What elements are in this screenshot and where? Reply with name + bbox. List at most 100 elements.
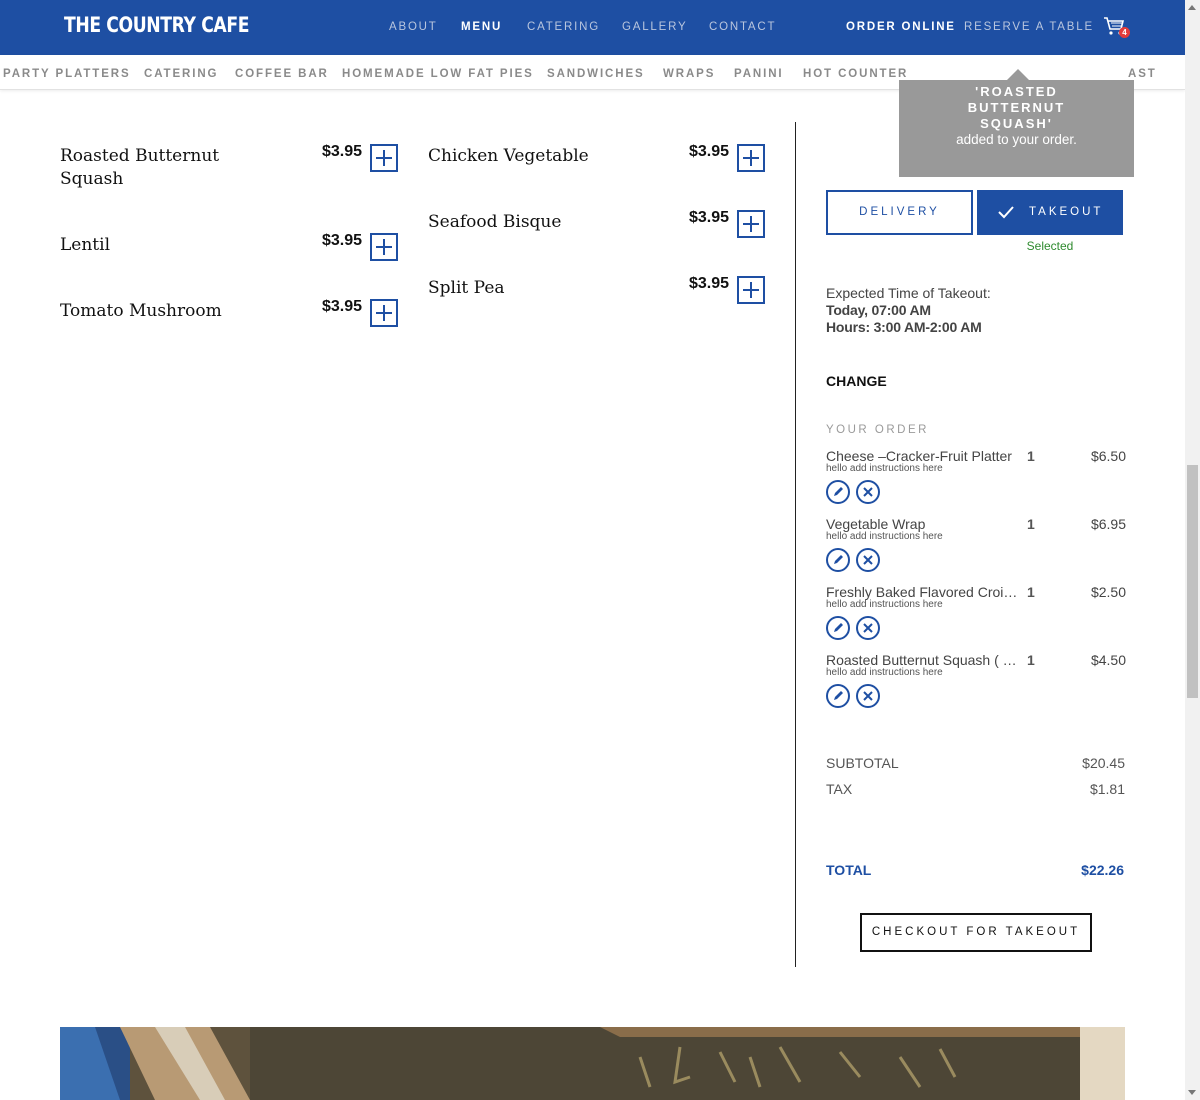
remove-item-button[interactable] [856, 480, 880, 504]
expected-time-value: Today, 07:00 AM [826, 302, 931, 318]
nav-contact[interactable]: CONTACT [709, 21, 776, 33]
page-scrollbar[interactable] [1185, 0, 1200, 1100]
add-item-button[interactable] [370, 299, 398, 327]
tooltip-item-name: 'ROASTED BUTTERNUT SQUASH' [967, 84, 1066, 131]
close-icon [863, 691, 873, 701]
nav-order-online[interactable]: ORDER ONLINE [846, 21, 956, 33]
scrollbar-thumb[interactable] [1187, 465, 1198, 698]
tooltip-message: added to your order. [956, 132, 1077, 147]
chalkboard-image [60, 1027, 1125, 1100]
nav-reserve-table[interactable]: RESERVE A TABLE [964, 21, 1094, 33]
category-breakfast[interactable]: AST [1128, 68, 1157, 80]
total-label: TOTAL [826, 862, 872, 878]
nav-menu[interactable]: MENU [461, 21, 502, 33]
order-item-note: hello add instructions here [826, 599, 943, 610]
category-panini[interactable]: PANINI [734, 68, 784, 80]
remove-item-button[interactable] [856, 616, 880, 640]
menu-item-price: $3.95 [322, 143, 363, 160]
menu-item-name: Roasted Butternut Squash [60, 146, 220, 189]
delivery-button[interactable]: DELIVERY [826, 190, 973, 235]
menu-item-price: $3.95 [689, 209, 730, 226]
order-item-qty: 1 [1027, 448, 1035, 464]
close-icon [863, 555, 873, 565]
menu-item-name: Seafood Bisque [428, 212, 562, 232]
cart-count-badge: 4 [1119, 27, 1130, 38]
edit-item-button[interactable] [826, 684, 850, 708]
category-party-platters[interactable]: PARTY PLATTERS [3, 68, 131, 80]
selected-indicator: Selected [1026, 239, 1074, 253]
menu-item-price: $3.95 [322, 298, 363, 315]
order-item-price: $2.50 [1090, 584, 1126, 600]
order-item: Cheese –Cracker-Fruit Platter 1 $6.50 he… [826, 448, 1126, 512]
order-item-note: hello add instructions here [826, 463, 943, 474]
order-item: Freshly Baked Flavored Croissant 1 $2.50… [826, 584, 1126, 648]
total-value: $22.26 [1081, 862, 1124, 878]
add-item-button[interactable] [370, 233, 398, 261]
takeout-button[interactable]: TAKEOUT [977, 190, 1123, 235]
category-coffee-bar[interactable]: COFFEE BAR [235, 68, 329, 80]
tax-value: $1.81 [1089, 781, 1125, 797]
pencil-icon [834, 623, 843, 632]
pencil-icon [834, 691, 843, 700]
category-sandwiches[interactable]: SANDWICHES [547, 68, 645, 80]
pencil-icon [834, 555, 843, 564]
cafe-photo [60, 1027, 1125, 1100]
order-item-note: hello add instructions here [826, 531, 943, 542]
nav-gallery[interactable]: GALLERY [622, 21, 687, 33]
nav-catering[interactable]: CATERING [527, 21, 600, 33]
menu-item-name: Tomato Mushroom [60, 301, 222, 321]
edit-item-button[interactable] [826, 480, 850, 504]
order-item: Roasted Butternut Squash ( Cup ) 1 $4.50… [826, 652, 1126, 716]
order-item: Vegetable Wrap 1 $6.95 hello add instruc… [826, 516, 1126, 580]
change-time-link[interactable]: CHANGE [826, 373, 887, 389]
category-hot-counter[interactable]: HOT COUNTER [803, 68, 908, 80]
edit-item-button[interactable] [826, 616, 850, 640]
add-item-button[interactable] [737, 210, 765, 238]
scroll-up-icon[interactable] [1188, 5, 1196, 10]
menu-item-price: $3.95 [689, 143, 730, 160]
order-item-price: $6.95 [1090, 516, 1126, 532]
store-hours: Hours: 3:00 AM-2:00 AM [826, 319, 982, 335]
subtotal-value: $20.45 [1082, 755, 1125, 771]
order-item-name: Vegetable Wrap [826, 516, 926, 532]
expected-time-label: Expected Time of Takeout: [826, 285, 991, 301]
category-wraps[interactable]: WRAPS [663, 68, 715, 80]
remove-item-button[interactable] [856, 548, 880, 572]
scroll-down-icon[interactable] [1188, 1090, 1196, 1095]
menu-item-price: $3.95 [689, 275, 730, 292]
order-item-qty: 1 [1027, 652, 1035, 668]
order-item-price: $6.50 [1090, 448, 1126, 464]
takeout-label: TAKEOUT [1029, 206, 1104, 218]
top-navbar: THE COUNTRY CAFE ABOUT MENU CATERING GAL… [0, 0, 1185, 55]
edit-item-button[interactable] [826, 548, 850, 572]
order-item-name: Roasted Butternut Squash ( Cup ) [826, 652, 1023, 668]
close-icon [863, 487, 873, 497]
menu-item-name: Lentil [60, 235, 111, 255]
remove-item-button[interactable] [856, 684, 880, 708]
order-item-price: $4.50 [1090, 652, 1126, 668]
category-homemade-pies[interactable]: HOMEMADE LOW FAT PIES [342, 68, 534, 80]
order-item-qty: 1 [1027, 584, 1035, 600]
checkout-button[interactable]: CHECKOUT FOR TAKEOUT [860, 913, 1092, 952]
tax-label: TAX [826, 781, 853, 797]
order-item-note: hello add instructions here [826, 667, 943, 678]
nav-about[interactable]: ABOUT [389, 21, 438, 33]
menu-item-name: Split Pea [428, 278, 505, 298]
category-catering[interactable]: CATERING [144, 68, 218, 80]
add-item-button[interactable] [737, 144, 765, 172]
order-item-name: Freshly Baked Flavored Croissant [826, 584, 1023, 600]
site-logo[interactable]: THE COUNTRY CAFE [64, 13, 249, 37]
add-item-button[interactable] [370, 144, 398, 172]
add-item-button[interactable] [737, 276, 765, 304]
menu-item-name: Chicken Vegetable [428, 146, 589, 166]
cart-button[interactable]: 4 [1103, 16, 1130, 38]
your-order-heading: YOUR ORDER [826, 424, 929, 436]
check-icon [998, 206, 1014, 219]
order-item-name: Cheese –Cracker-Fruit Platter [826, 448, 1012, 464]
menu-item-price: $3.95 [322, 232, 363, 249]
order-item-qty: 1 [1027, 516, 1035, 532]
close-icon [863, 623, 873, 633]
pencil-icon [834, 487, 843, 496]
added-to-order-tooltip: 'ROASTED BUTTERNUT SQUASH' added to your… [899, 69, 1134, 177]
subtotal-label: SUBTOTAL [826, 755, 899, 771]
